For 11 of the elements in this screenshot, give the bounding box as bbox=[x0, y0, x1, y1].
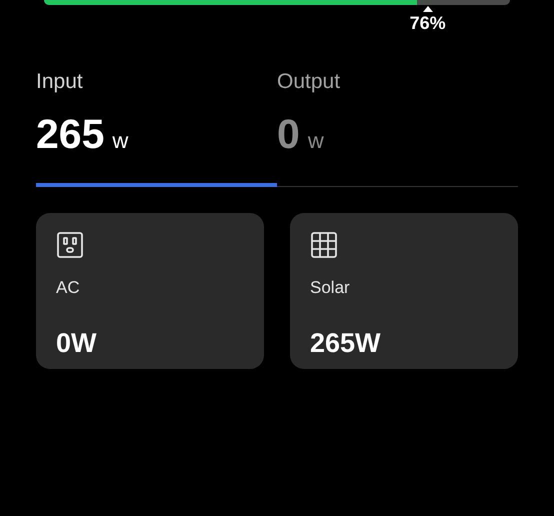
battery-percent: 76% bbox=[410, 14, 446, 32]
source-power: 0W bbox=[56, 326, 96, 360]
outlet-icon bbox=[56, 231, 84, 259]
power-tab[interactable]: Input 265 w bbox=[36, 66, 277, 187]
solar-panel-icon bbox=[310, 231, 338, 259]
source-label: AC bbox=[56, 277, 80, 299]
source-power: 265W bbox=[310, 326, 381, 360]
source-card[interactable]: Solar 265W bbox=[290, 213, 518, 369]
power-tab[interactable]: Output 0 w bbox=[277, 66, 518, 187]
source-label: Solar bbox=[310, 277, 350, 299]
source-card[interactable]: AC 0W bbox=[36, 213, 264, 369]
